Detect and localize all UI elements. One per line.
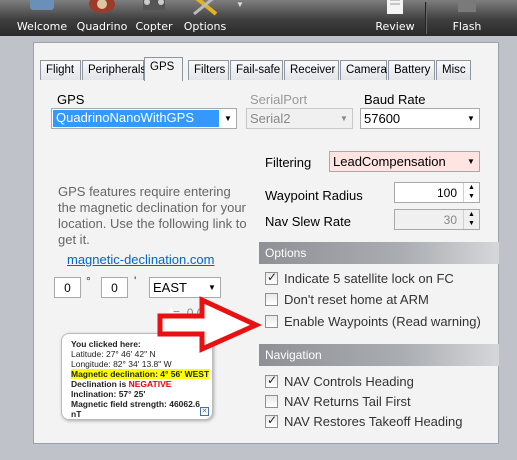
copter-icon <box>143 0 165 10</box>
checkbox-nav-controls-heading[interactable]: NAV Controls Heading <box>265 373 414 389</box>
checkbox-icon[interactable] <box>265 315 278 328</box>
chevron-down-icon: ▼ <box>208 283 216 292</box>
declination-tooltip: You clicked here: Latitude: 27° 46' 42" … <box>61 333 213 420</box>
baud-rate-label: Baud Rate <box>364 92 426 107</box>
tab-fail-safe[interactable]: Fail-safe <box>230 60 283 80</box>
quadrino-icon <box>89 0 115 13</box>
tab-peripherals[interactable]: Peripherals <box>82 60 146 80</box>
options-icon <box>193 0 218 16</box>
dropdown-arrow-icon[interactable]: ▼ <box>236 0 244 9</box>
tab-receiver[interactable]: Receiver <box>284 60 339 80</box>
tab-camera[interactable]: Camera <box>340 60 387 80</box>
minute-symbol: ' <box>134 274 137 288</box>
options-button[interactable]: Options <box>178 0 232 36</box>
welcome-button[interactable]: Welcome <box>12 0 72 36</box>
tab-misc[interactable]: Misc <box>436 60 471 80</box>
tab-flight[interactable]: Flight <box>40 60 81 80</box>
declination-link[interactable]: magnetic-declination.com <box>67 252 214 267</box>
degree-symbol: ° <box>86 274 91 288</box>
serial-port-select[interactable]: Serial2 ▼ <box>246 108 353 129</box>
checkbox-dont-reset-home[interactable]: Don't reset home at ARM <box>265 292 429 307</box>
nav-slew-rate-label: Nav Slew Rate <box>265 214 351 229</box>
review-button[interactable]: Review <box>370 0 420 36</box>
gps-label: GPS <box>57 92 85 107</box>
spinner-icon[interactable]: ▲ ▼ <box>463 210 479 229</box>
tab-battery[interactable]: Battery <box>388 60 435 80</box>
toolbar-separator <box>425 2 427 34</box>
tab-filters[interactable]: Filters <box>188 60 229 80</box>
flash-icon <box>458 0 476 12</box>
tab-gps[interactable]: GPS <box>144 57 183 81</box>
declination-info-text: GPS features require entering the magnet… <box>58 184 247 247</box>
checkbox-icon[interactable] <box>265 395 278 408</box>
gps-device-select[interactable]: QuadrinoNanoWithGPS ▼ <box>51 108 237 129</box>
waypoint-radius-stepper[interactable]: 100 ▲ ▼ <box>394 182 480 203</box>
baud-rate-select[interactable]: 57600 ▼ <box>360 108 480 129</box>
checkbox-icon[interactable] <box>265 293 278 306</box>
chevron-down-icon: ▼ <box>340 114 348 123</box>
navigation-section-header: Navigation <box>259 344 499 366</box>
copter-button[interactable]: Copter <box>132 0 176 36</box>
options-section-header: Options <box>259 242 499 264</box>
declination-direction-select[interactable]: EAST ▼ <box>149 277 221 298</box>
close-icon[interactable]: ✕ <box>200 407 209 416</box>
review-icon <box>387 0 403 14</box>
declination-degrees-input[interactable]: 0 <box>54 277 81 298</box>
waypoint-radius-label: Waypoint Radius <box>265 188 363 203</box>
checkbox-icon[interactable] <box>265 270 278 285</box>
checkbox-nav-returns-tail-first[interactable]: NAV Returns Tail First <box>265 394 411 409</box>
filtering-select[interactable]: LeadCompensation ▼ <box>329 151 480 172</box>
spinner-icon[interactable]: ▲ ▼ <box>463 183 479 202</box>
main-toolbar: Welcome Quadrino Copter Options ▼ Review… <box>0 0 517 36</box>
checkbox-enable-waypoints[interactable]: Enable Waypoints (Read warning) <box>265 314 481 329</box>
checkbox-icon[interactable] <box>265 373 278 388</box>
welcome-icon <box>30 0 54 10</box>
checkbox-icon[interactable] <box>265 413 278 428</box>
filtering-label: Filtering <box>265 155 312 170</box>
chevron-down-icon: ▼ <box>467 114 475 123</box>
chevron-down-icon: ▼ <box>467 157 475 166</box>
nav-slew-rate-stepper[interactable]: 30 ▲ ▼ <box>394 209 480 230</box>
serial-port-label: SerialPort <box>250 92 308 107</box>
declination-minutes-input[interactable]: 0 <box>101 277 128 298</box>
checkbox-nav-restores-takeoff-heading[interactable]: NAV Restores Takeoff Heading <box>265 413 463 429</box>
tooltip-pointer <box>161 306 181 334</box>
flash-button[interactable]: Flash <box>440 0 494 36</box>
checkbox-satellite-lock[interactable]: Indicate 5 satellite lock on FC <box>265 270 454 286</box>
chevron-down-icon: ▼ <box>224 114 232 123</box>
quadrino-button[interactable]: Quadrino <box>74 0 130 36</box>
